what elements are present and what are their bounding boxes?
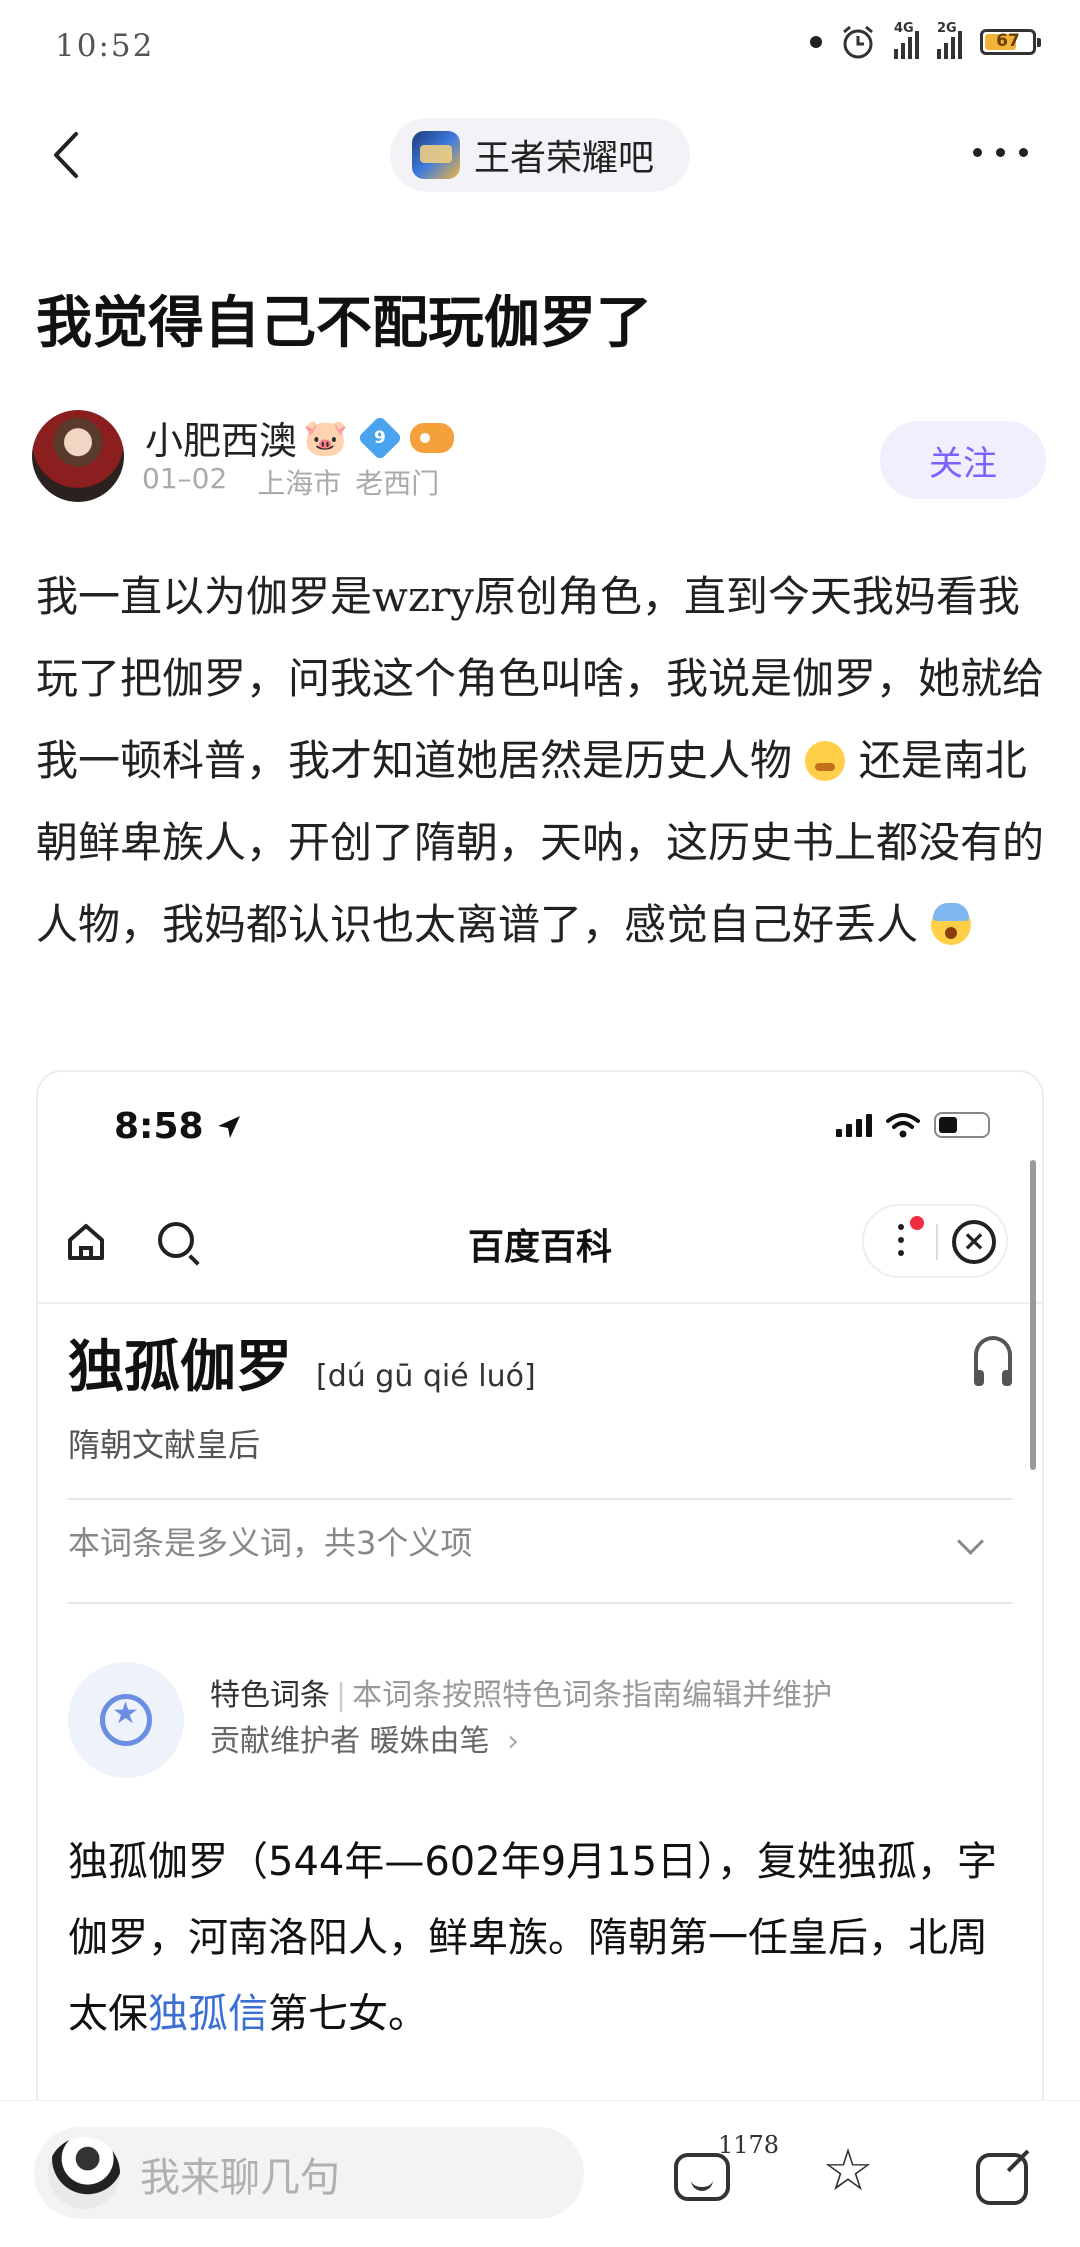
featured-separator: |: [336, 1678, 347, 1713]
chevron-right-icon: ›: [507, 1724, 520, 1759]
wifi-icon: [886, 1113, 920, 1138]
summary-text-2: 第七女。: [268, 1991, 428, 2037]
cold-sweat-emoji-icon: [931, 903, 972, 945]
comment-icon[interactable]: [674, 2153, 730, 2201]
post-date: 01–02: [142, 462, 228, 495]
embedded-time: 8:58: [114, 1106, 242, 1147]
author-avatar[interactable]: [32, 410, 124, 502]
favorite-star-icon[interactable]: ☆: [822, 2141, 874, 2199]
embedded-battery-icon: [934, 1112, 990, 1138]
battery-level: 67: [996, 31, 1020, 51]
back-arrow-icon[interactable]: [48, 130, 84, 180]
divider: [68, 1498, 1012, 1500]
level-badge-icon: 9: [357, 414, 403, 461]
embedded-status-icons: [836, 1112, 990, 1138]
forum-logo-icon: [412, 131, 460, 179]
featured-entry-line: 特色词条 | 本词条按照特色词条指南编辑并维护: [210, 1670, 832, 1714]
forum-button[interactable]: 王者荣耀吧: [390, 118, 690, 192]
post-location: 上海市: [257, 467, 342, 500]
author-row[interactable]: 小肥西澳 🐷 9: [145, 410, 454, 465]
forum-name: 王者荣耀吧: [474, 138, 655, 179]
user-avatar: [48, 2137, 120, 2209]
entry-name: 独孤伽罗: [68, 1335, 292, 1400]
mini-program-capsule[interactable]: ×: [862, 1204, 1008, 1278]
location-arrow-icon: [218, 1116, 241, 1138]
post-title: 我觉得自己不配玩伽罗了: [36, 291, 652, 356]
notification-dot-icon: [810, 36, 822, 48]
capsule-divider: [936, 1224, 938, 1260]
author-name[interactable]: 小肥西澳: [145, 410, 297, 465]
featured-entry-icon: ★: [68, 1662, 184, 1778]
more-options-icon[interactable]: [973, 148, 1028, 157]
featured-description: 本词条按照特色词条指南编辑并维护: [352, 1678, 833, 1713]
network-4g-label: 4G: [894, 21, 914, 36]
post-body: 我一直以为伽罗是wzry原创角色，直到今天我妈看我玩了把伽罗，问我这个角色叫啥，…: [36, 556, 1048, 966]
status-time: 10:52: [55, 28, 155, 64]
maintainer-text: 贡献维护者 暖姝由笔: [210, 1724, 490, 1759]
post-meta: 01–02 上海市 老西门: [142, 462, 439, 502]
embedded-nav-bar: 百度百科 ×: [38, 1190, 1042, 1304]
game-controller-badge-icon: [409, 422, 454, 453]
follow-button[interactable]: 关注: [880, 421, 1046, 499]
star-outline-icon: ★: [112, 1696, 139, 1731]
polysemy-row[interactable]: 本词条是多义词，共3个义项: [68, 1518, 472, 1564]
network-2g-label: 2G: [937, 21, 957, 36]
featured-label: 特色词条: [210, 1678, 330, 1713]
pig-emoji-icon: 🐷: [303, 417, 348, 459]
alarm-icon: [843, 25, 873, 59]
bottom-bar: 我来聊几句 1178 ☆: [0, 2100, 1080, 2247]
signal-2g-icon: 2G: [937, 21, 962, 59]
embedded-screenshot[interactable]: 8:58 百度百科 × 独孤伽罗 [dú gū qié luó] 隋朝文献皇后 …: [36, 1070, 1044, 2160]
comment-placeholder: 我来聊几句: [140, 2155, 340, 2201]
signal-4g-icon: 4G: [894, 21, 919, 59]
summary-link[interactable]: 独孤信: [148, 1991, 268, 2037]
embedded-signal-icon: [836, 1113, 872, 1137]
entry-subtitle: 隋朝文献皇后: [68, 1426, 261, 1464]
close-icon[interactable]: ×: [952, 1220, 996, 1264]
comment-input[interactable]: 我来聊几句: [34, 2127, 584, 2219]
entry-pinyin: [dú gū qié luó]: [316, 1359, 536, 1394]
maintainer-link[interactable]: 贡献维护者 暖姝由笔 ›: [210, 1716, 519, 1760]
capsule-more-icon[interactable]: [898, 1224, 904, 1256]
entry-summary: 独孤伽罗（544年—602年9月15日），复姓独孤，字伽罗，河南洛阳人，鲜卑族。…: [68, 1824, 1018, 2052]
scrollbar[interactable]: [1030, 1160, 1036, 1470]
chevron-down-icon[interactable]: [957, 1528, 984, 1555]
notification-red-dot: [910, 1216, 924, 1230]
entry-heading: 独孤伽罗 [dú gū qié luó]: [68, 1322, 536, 1403]
level-badge-number: 9: [373, 427, 386, 448]
share-icon[interactable]: [976, 2153, 1028, 2205]
post-area: 老西门: [355, 467, 440, 500]
comment-count: 1178: [718, 2131, 780, 2159]
status-icons: 4G 2G 67: [810, 21, 1041, 60]
tired-emoji-icon: [805, 741, 846, 781]
divider: [68, 1602, 1012, 1604]
headphone-icon[interactable]: [974, 1336, 1012, 1386]
battery-icon: 67: [980, 29, 1041, 55]
embedded-time-text: 8:58: [114, 1106, 204, 1147]
